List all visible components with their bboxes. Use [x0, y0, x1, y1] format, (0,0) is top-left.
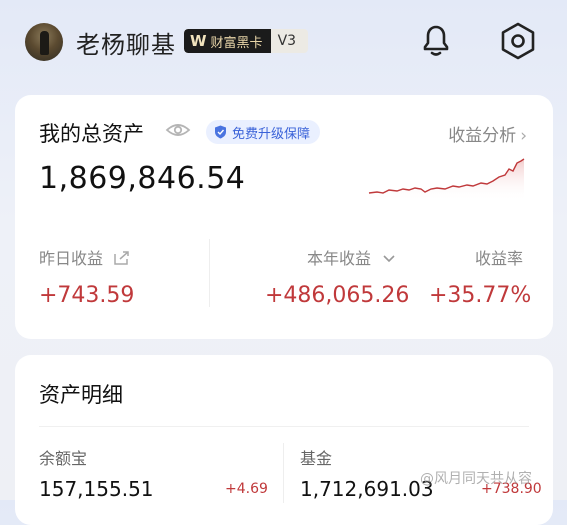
yesterday-income-value: +743.59 — [39, 283, 135, 308]
trend-sparkline — [368, 158, 525, 201]
divider — [39, 426, 529, 427]
income-analysis-link[interactable]: 收益分析 › — [448, 121, 527, 146]
share-icon[interactable] — [113, 250, 131, 266]
bell-icon[interactable] — [416, 20, 456, 60]
column-divider — [283, 443, 284, 503]
shield-icon — [215, 125, 226, 139]
eye-icon[interactable] — [165, 120, 191, 140]
stat-divider — [209, 239, 210, 307]
total-assets-title: 我的总资产 — [39, 122, 144, 146]
watermark: @风月同天共从容 — [420, 471, 532, 487]
protection-badge[interactable]: 免费升级保障 — [206, 120, 321, 144]
vip-badge[interactable]: W 财富黑卡 V3 — [184, 29, 308, 53]
vip-level: V3 — [277, 33, 297, 49]
username[interactable]: 老杨聊基 — [76, 25, 176, 60]
total-assets-card: 我的总资产 免费升级保障 收益分析 › 1,869,846.54 昨日收益 +74… — [15, 95, 553, 339]
protection-badge-label: 免费升级保障 — [232, 126, 311, 142]
return-rate-label: 收益率 — [475, 249, 524, 268]
top-bar: 老杨聊基 W 财富黑卡 V3 — [0, 0, 567, 84]
yuebao-label[interactable]: 余额宝 — [39, 445, 87, 469]
return-rate-value: +35.77% — [429, 283, 532, 308]
chevron-right-icon: › — [520, 126, 527, 146]
year-income-label: 本年收益 — [307, 249, 372, 268]
fund-label[interactable]: 基金 — [300, 445, 332, 469]
yuebao-change: +4.69 — [225, 481, 268, 497]
vip-card-text: 财富黑卡 — [210, 35, 263, 51]
yuebao-amount: 157,155.51 — [39, 477, 154, 501]
year-income-selector[interactable]: 本年收益 — [307, 245, 396, 269]
asset-details-title: 资产明细 — [39, 383, 123, 407]
settings-icon[interactable] — [497, 20, 539, 62]
yesterday-income-label: 昨日收益 — [39, 245, 131, 269]
total-assets-value: 1,869,846.54 — [39, 161, 246, 196]
vip-card-label: W 财富黑卡 — [184, 29, 271, 53]
year-income-value: +486,065.26 — [265, 283, 410, 308]
income-analysis-label: 收益分析 — [448, 126, 517, 146]
fund-amount: 1,712,691.03 — [300, 477, 434, 501]
chevron-down-icon — [383, 255, 395, 263]
vip-logo-icon: W — [190, 32, 207, 50]
yesterday-income-text: 昨日收益 — [39, 249, 104, 268]
avatar[interactable] — [25, 23, 63, 61]
